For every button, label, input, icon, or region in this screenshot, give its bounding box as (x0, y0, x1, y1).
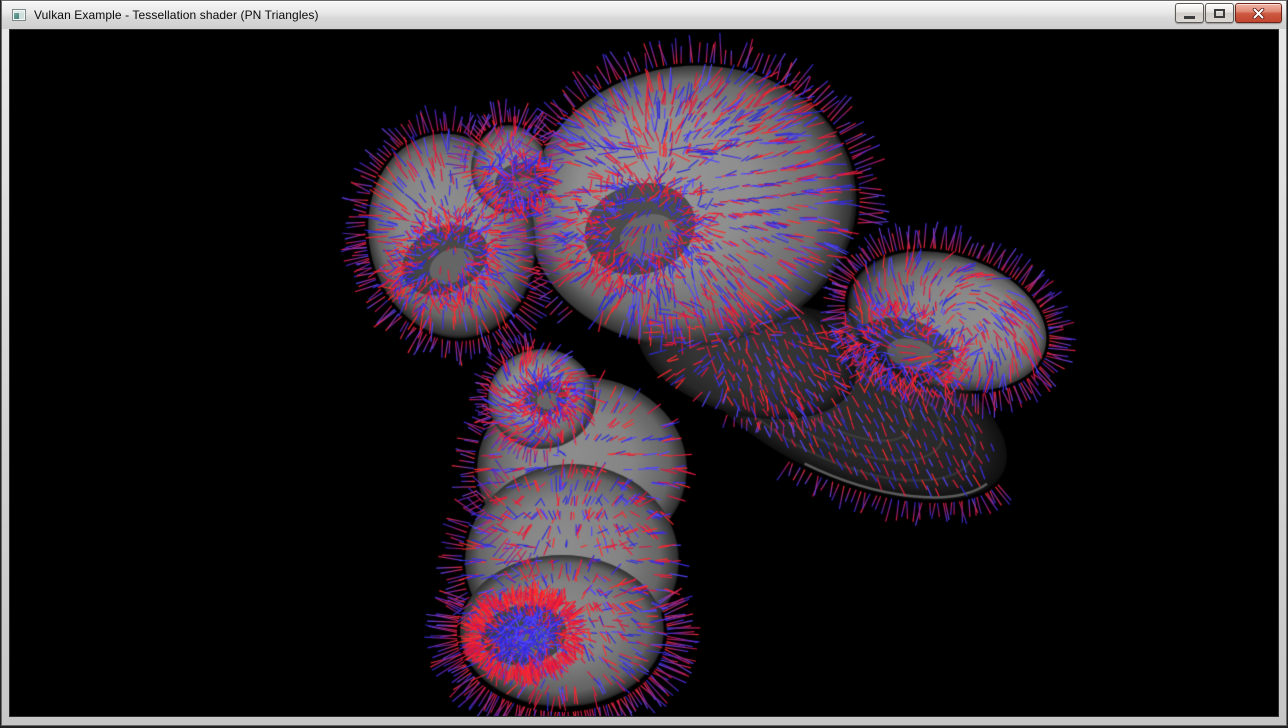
viewport (9, 29, 1279, 717)
window-controls (1175, 3, 1282, 23)
app-icon[interactable] (11, 7, 27, 23)
render-canvas[interactable] (10, 30, 1279, 717)
default-app-icon (11, 7, 27, 23)
window-title: Vulkan Example - Tessellation shader (PN… (34, 8, 319, 22)
maximize-icon (1214, 9, 1225, 18)
minimize-button[interactable] (1175, 3, 1204, 23)
minimize-icon (1184, 16, 1195, 19)
maximize-button[interactable] (1205, 3, 1234, 23)
close-icon (1252, 8, 1265, 19)
app-window: Vulkan Example - Tessellation shader (PN… (1, 0, 1287, 726)
close-button[interactable] (1235, 3, 1282, 23)
titlebar[interactable]: Vulkan Example - Tessellation shader (PN… (2, 1, 1286, 29)
